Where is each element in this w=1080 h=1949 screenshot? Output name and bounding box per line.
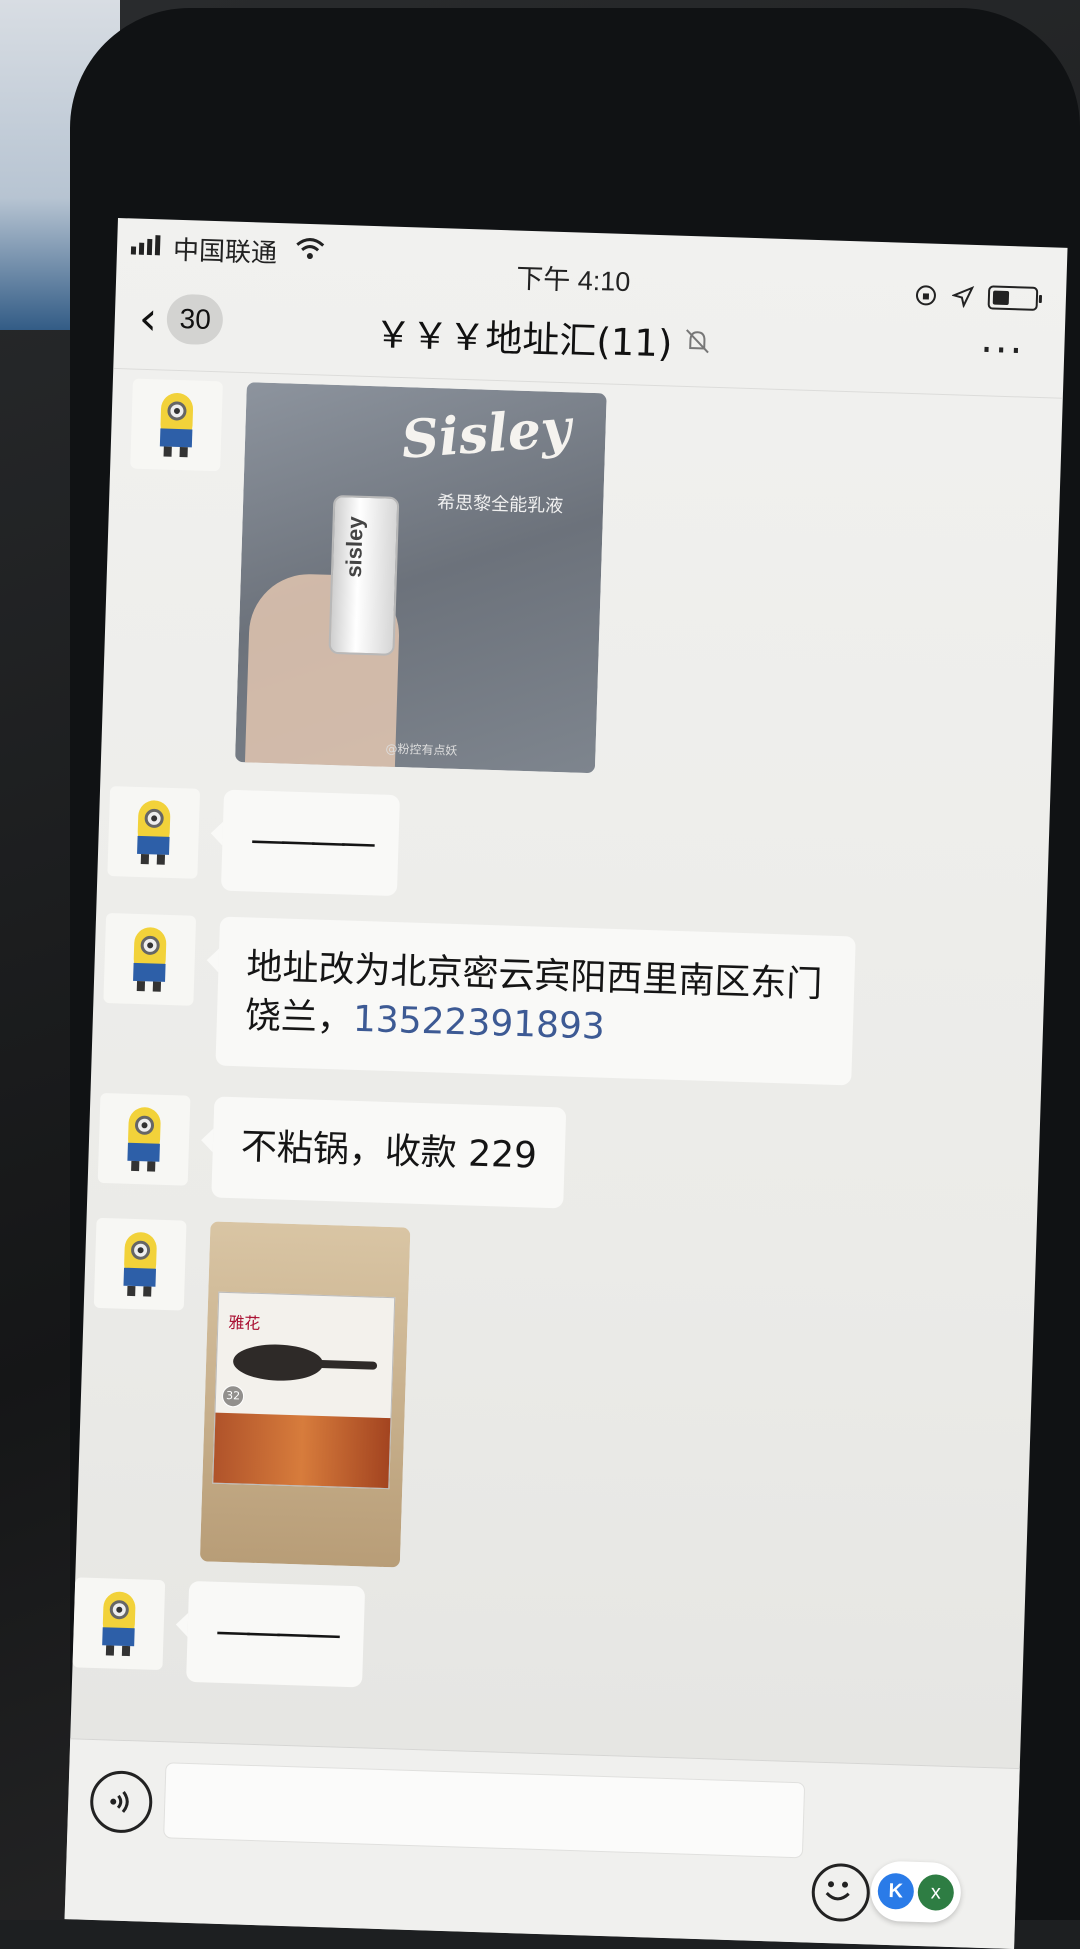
avatar[interactable] bbox=[98, 1093, 191, 1186]
minion-avatar-icon bbox=[113, 1098, 175, 1180]
phone-screen: 中国联通 下午 4:10 ‹ 30 ￥￥￥地址汇(11) bbox=[65, 218, 1068, 1949]
message-row: sisley Sisley 希思黎全能乳液 @粉控有点妖 bbox=[121, 379, 607, 774]
text-bubble[interactable]: 地址改为北京密云宾阳西里南区东门饶兰，13522391893 bbox=[215, 917, 855, 1086]
floating-assistant-button[interactable]: K x bbox=[870, 1860, 962, 1923]
unread-count-badge: 30 bbox=[166, 294, 224, 346]
avatar[interactable] bbox=[103, 913, 196, 1006]
floating-x-icon: x bbox=[917, 1874, 954, 1911]
image-watermark: @粉控有点妖 bbox=[385, 740, 458, 759]
bottle-shape: sisley bbox=[328, 495, 399, 656]
image-message[interactable]: sisley Sisley 希思黎全能乳液 @粉控有点妖 bbox=[235, 382, 607, 773]
wifi-icon bbox=[295, 236, 326, 261]
minion-avatar-icon bbox=[122, 792, 184, 874]
pan-product-image: 雅花 32 bbox=[200, 1221, 411, 1567]
chat-title: ￥￥￥地址汇(11) bbox=[374, 304, 713, 369]
bottle-label: sisley bbox=[341, 516, 369, 578]
mute-bell-icon bbox=[682, 326, 713, 357]
text-bubble[interactable]: ———— bbox=[186, 1581, 365, 1687]
text-bubble[interactable]: ———— bbox=[221, 790, 400, 896]
voice-input-button[interactable] bbox=[89, 1770, 153, 1834]
pan-handle bbox=[317, 1360, 377, 1370]
avatar[interactable] bbox=[94, 1218, 187, 1311]
more-options-button[interactable]: ··· bbox=[979, 327, 1025, 374]
message-row: 雅花 32 bbox=[86, 1218, 411, 1568]
signal-icon bbox=[131, 234, 161, 255]
back-chevron-icon: ‹ bbox=[138, 295, 158, 342]
minion-avatar-icon bbox=[145, 384, 207, 466]
image-subtitle: 希思黎全能乳液 bbox=[437, 488, 564, 518]
emoji-icon bbox=[814, 1866, 861, 1913]
voice-icon bbox=[105, 1785, 138, 1818]
message-text: ———— bbox=[215, 1611, 336, 1656]
avatar[interactable] bbox=[72, 1577, 165, 1670]
message-input-field[interactable] bbox=[163, 1762, 805, 1858]
minion-avatar-icon bbox=[109, 1223, 171, 1305]
chat-title-text: ￥￥￥地址汇(11) bbox=[374, 304, 674, 367]
minion-avatar-icon bbox=[118, 918, 180, 1000]
floating-k-icon: K bbox=[877, 1873, 914, 1910]
back-button[interactable]: ‹ 30 bbox=[138, 293, 224, 346]
sisley-product-image: sisley Sisley 希思黎全能乳液 @粉控有点妖 bbox=[235, 382, 607, 773]
text-bubble[interactable]: 不粘锅，收款 229 bbox=[211, 1096, 566, 1208]
message-row: 不粘锅，收款 229 bbox=[97, 1093, 566, 1208]
avatar[interactable] bbox=[107, 786, 200, 879]
image-message[interactable]: 雅花 32 bbox=[200, 1221, 411, 1567]
pan-box: 雅花 32 bbox=[212, 1292, 395, 1489]
phone-number-link[interactable]: 13522391893 bbox=[352, 998, 605, 1047]
pan-food-photo bbox=[213, 1413, 390, 1488]
avatar[interactable] bbox=[130, 379, 223, 472]
pan-brand: 雅花 bbox=[228, 1309, 261, 1334]
emoji-button[interactable] bbox=[811, 1863, 871, 1923]
message-row: 地址改为北京密云宾阳西里南区东门饶兰，13522391893 bbox=[101, 913, 855, 1086]
minion-avatar-icon bbox=[88, 1583, 150, 1665]
carrier-name: 中国联通 bbox=[172, 230, 277, 270]
message-row: ———— bbox=[107, 786, 400, 896]
message-text: 不粘锅，收款 229 bbox=[240, 1126, 537, 1176]
message-row: ———— bbox=[72, 1577, 365, 1687]
chat-input-bar: K x bbox=[65, 1738, 1020, 1949]
pan-size-badge: 32 bbox=[222, 1385, 245, 1408]
message-text: ———— bbox=[250, 819, 371, 864]
sisley-logo: Sisley bbox=[400, 398, 574, 471]
pan-shape bbox=[233, 1343, 324, 1382]
